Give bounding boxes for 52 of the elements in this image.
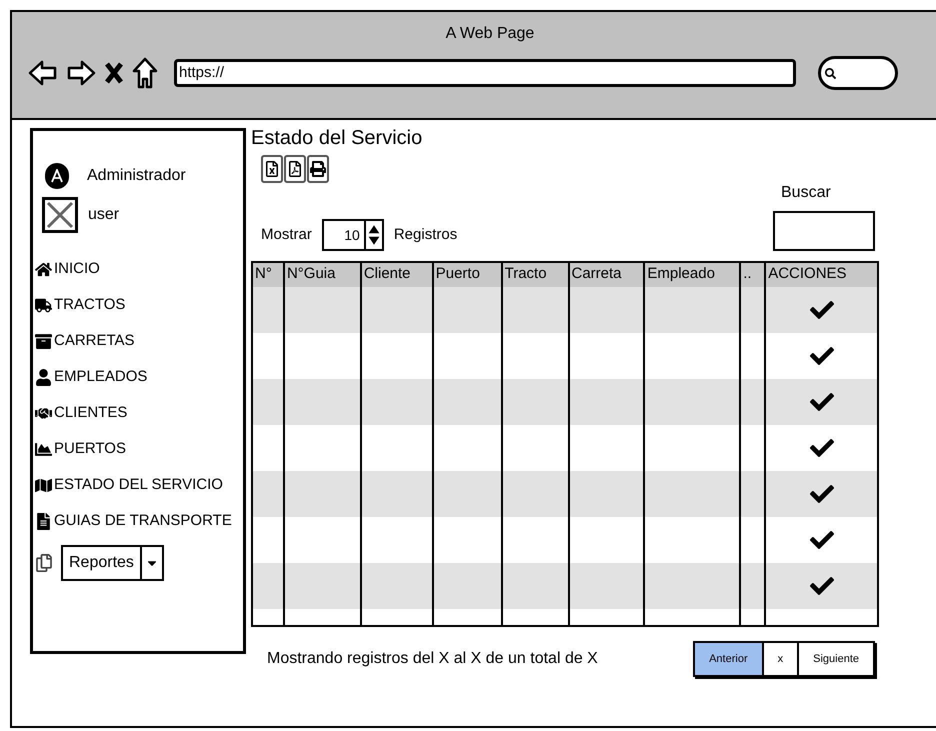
sidebar-item[interactable]: CLIENTES — [35, 403, 243, 423]
home-outline-icon[interactable] — [132, 57, 158, 89]
search-label: Buscar — [781, 183, 831, 203]
sidebar-item[interactable]: PUERTOS — [35, 439, 243, 459]
sidebar-item[interactable]: GUIAS DE TRANSPORTE — [35, 511, 243, 531]
image-placeholder-icon — [42, 197, 78, 233]
records-label: Registros — [394, 224, 458, 245]
pdf-export-button[interactable] — [284, 155, 306, 183]
stepper-arrows-icon — [364, 221, 382, 249]
page-size-stepper[interactable]: 10 — [322, 219, 384, 251]
avatar-icon — [45, 163, 69, 189]
column-header: ACCIONES — [767, 264, 848, 284]
pdf-file-icon — [287, 161, 303, 177]
page-title: Estado del Servicio — [251, 126, 424, 150]
check-icon[interactable] — [810, 574, 834, 598]
pagination-button[interactable]: Anterior — [695, 643, 764, 675]
document-icon — [35, 512, 52, 530]
copy-icon — [35, 554, 53, 572]
check-icon[interactable] — [810, 528, 834, 552]
search-icon — [825, 68, 836, 78]
sidebar-item[interactable]: ESTADO DEL SERVICIO — [35, 475, 243, 495]
forward-arrow-icon[interactable] — [66, 58, 96, 88]
user-role: Administrador — [87, 166, 186, 186]
close-icon[interactable] — [104, 61, 124, 85]
sidebar-item[interactable]: TRACTOS — [35, 295, 243, 315]
back-arrow-icon[interactable] — [28, 58, 58, 88]
reports-dropdown[interactable]: Reportes — [61, 545, 164, 581]
show-label: Mostrar — [261, 224, 312, 245]
window-title: A Web Page — [446, 24, 534, 44]
truck-icon — [35, 296, 52, 314]
check-icon[interactable] — [810, 390, 834, 414]
sidebar-item[interactable]: INICIO — [35, 259, 243, 279]
url-field[interactable]: https:// — [174, 59, 796, 87]
check-icon[interactable] — [810, 298, 834, 322]
area-chart-icon — [35, 440, 52, 458]
home-icon — [35, 260, 52, 278]
search-field[interactable] — [818, 56, 898, 90]
records-summary: Mostrando registros del X al X de un total de X — [267, 649, 598, 669]
check-icon[interactable] — [810, 482, 834, 506]
search-input-field[interactable] — [773, 211, 875, 251]
spreadsheet-file-icon — [264, 161, 280, 177]
user-name: user — [88, 205, 120, 225]
archive-box-icon — [35, 332, 52, 350]
map-icon — [35, 476, 52, 494]
excel-export-button[interactable] — [261, 155, 283, 183]
check-icon[interactable] — [810, 344, 834, 368]
sidebar-item[interactable]: EMPLEADOS — [35, 367, 243, 387]
sidebar-item[interactable]: CARRETAS — [35, 331, 243, 351]
print-button[interactable] — [307, 155, 329, 183]
check-icon[interactable] — [810, 436, 834, 460]
person-icon — [35, 368, 52, 386]
print-icon — [310, 161, 326, 177]
